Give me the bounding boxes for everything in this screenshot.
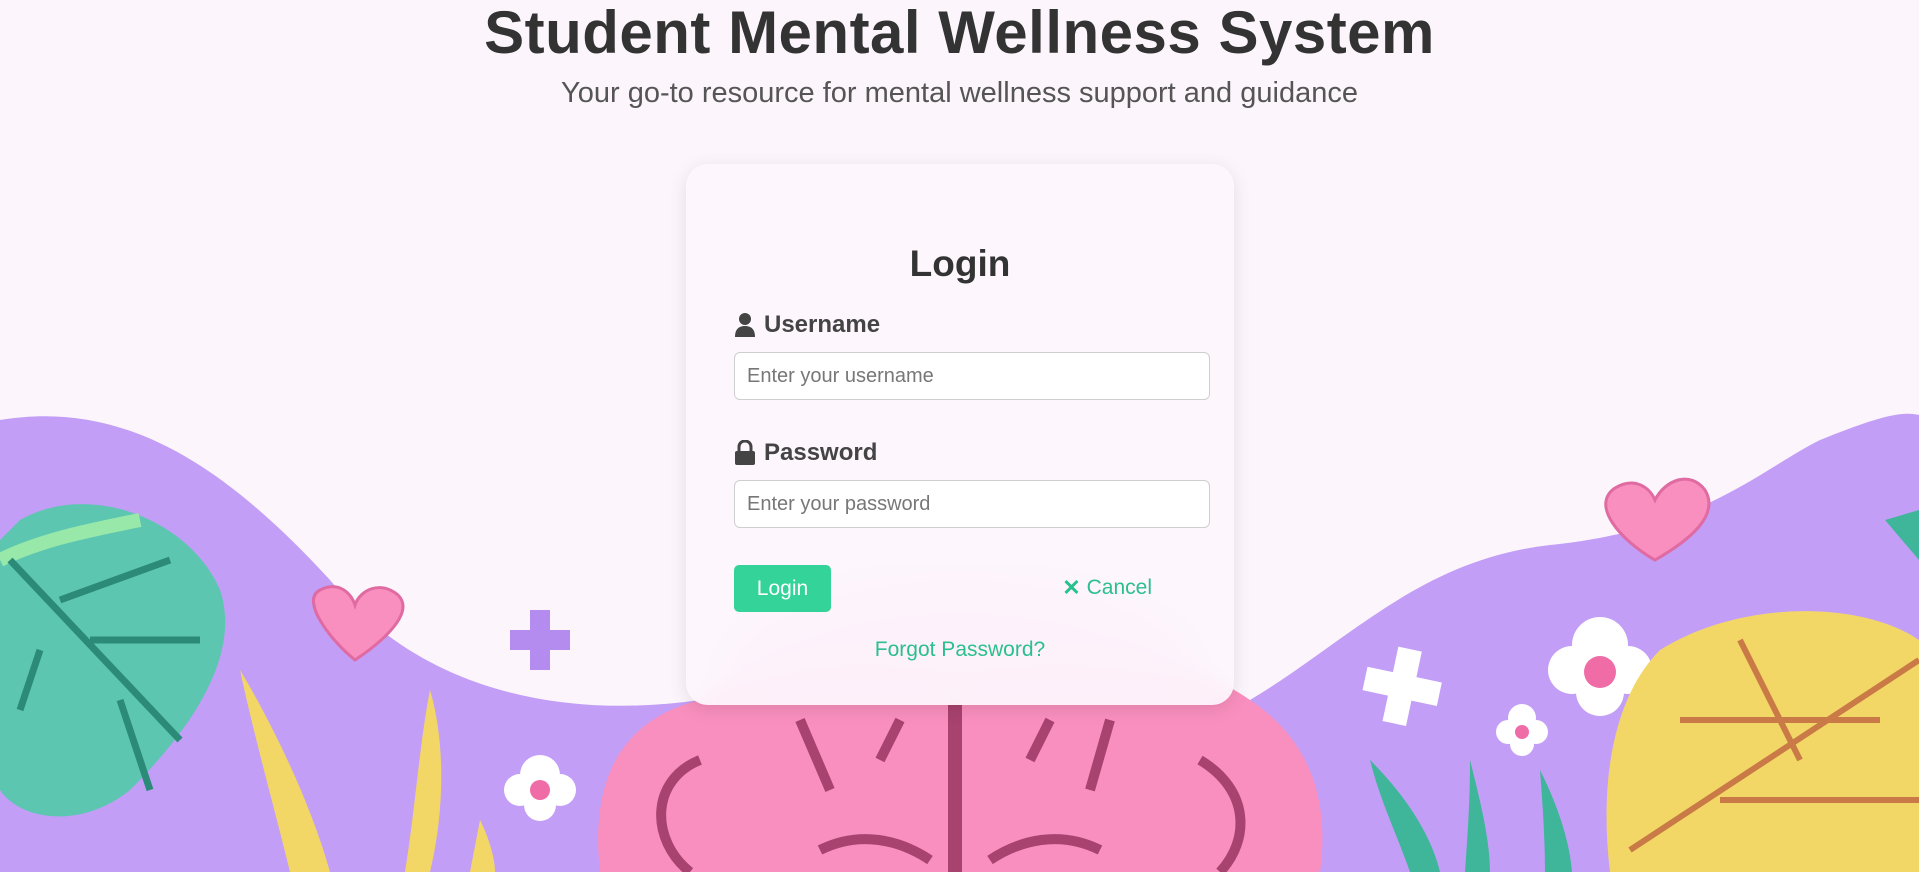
username-label-text: Username <box>764 311 881 338</box>
cancel-label: Cancel <box>1086 576 1152 599</box>
user-icon <box>735 313 755 337</box>
username-label: Username <box>734 310 1186 340</box>
password-label-text: Password <box>764 439 878 466</box>
password-input[interactable] <box>734 480 1210 528</box>
password-label: Password <box>734 438 1186 468</box>
lock-icon <box>735 440 755 465</box>
page-title: Student Mental Wellness System <box>484 0 1435 66</box>
plus-left <box>510 610 570 670</box>
username-input[interactable] <box>734 352 1210 400</box>
page-header: Student Mental Wellness System Your go-t… <box>0 0 1919 110</box>
close-icon: ✕ <box>1062 575 1081 600</box>
form-actions: Login ✕ Cancel <box>734 565 1186 612</box>
login-page: Student Mental Wellness System Your go-t… <box>0 0 1919 872</box>
page-subtitle: Your go-to resource for mental wellness … <box>561 77 1358 109</box>
forgot-password-link[interactable]: Forgot Password? <box>734 638 1186 662</box>
cancel-button[interactable]: ✕ Cancel <box>1062 576 1152 600</box>
login-title: Login <box>909 243 1011 284</box>
login-card: Login Username Password Login ✕ Cancel F <box>686 164 1234 705</box>
login-button[interactable]: Login <box>734 565 831 612</box>
